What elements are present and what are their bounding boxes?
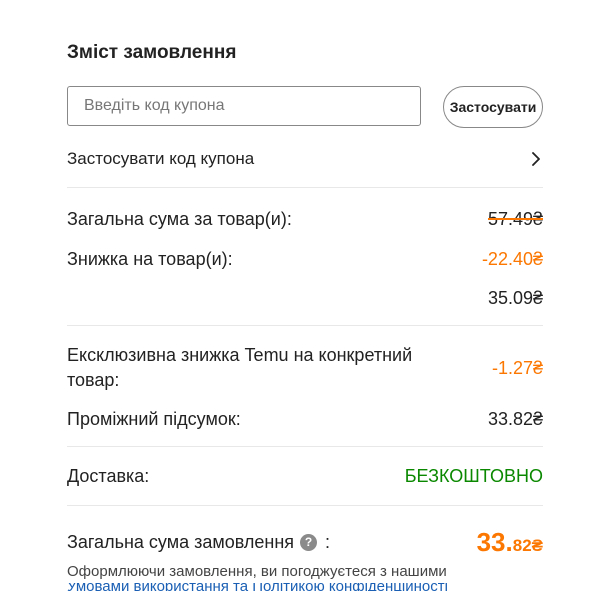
order-summary-panel: Зміст замовлення Застосувати Застосувати…	[67, 0, 543, 591]
terms-link-text: Умовами використання та Політикою конфід…	[67, 583, 543, 591]
order-summary-title: Зміст замовлення	[67, 42, 237, 63]
help-circle-icon[interactable]: ?	[300, 533, 318, 551]
order-total-label-group: Загальна сума замовлення ? :	[67, 532, 330, 553]
terms-notice: Оформлюючи замовлення, ви погоджуєтеся з…	[67, 563, 447, 580]
order-total-value-dec: 82₴	[512, 535, 543, 555]
chevron-right-icon	[529, 152, 543, 166]
divider	[67, 446, 543, 447]
items-total-label: Загальна сума за товар(и):	[67, 208, 292, 229]
items-discount-label: Знижка на товар(и):	[67, 248, 233, 269]
apply-coupon-button-label: Застосувати	[449, 99, 537, 115]
divider	[67, 325, 543, 326]
apply-coupon-code-link[interactable]: Застосувати код купона	[67, 146, 543, 172]
subtotal-label: Проміжний підсумок:	[67, 408, 241, 429]
subtotal-value: 33.82₴	[487, 408, 543, 429]
exclusive-discount-row: Ексклюзивна знижка Temu на конкретний то…	[67, 343, 543, 393]
items-discount-row: Знижка на товар(и): -22.40₴	[67, 246, 543, 272]
apply-coupon-code-label: Застосувати код купона	[67, 149, 255, 168]
order-total-value-int: 33.	[476, 526, 513, 557]
order-total-value: 33. 82₴	[477, 527, 543, 558]
coupon-input[interactable]	[67, 86, 421, 126]
shipping-label: Доставка:	[67, 465, 150, 486]
items-discount-value: -22.40₴	[481, 248, 543, 269]
order-total-row: Загальна сума замовлення ? : 33. 82₴	[67, 526, 543, 558]
shipping-row: Доставка: БЕЗКОШТОВНО	[67, 463, 543, 489]
order-total-label: Загальна сума замовлення	[67, 531, 295, 552]
subtotal-row: Проміжний підсумок: 33.82₴	[67, 406, 543, 432]
items-total-value: 57.49₴	[487, 208, 543, 229]
after-discount-row: 35.09₴	[67, 285, 543, 311]
exclusive-discount-label: Ексклюзивна знижка Temu на конкретний то…	[67, 345, 413, 390]
after-discount-value: 35.09₴	[487, 287, 543, 308]
exclusive-discount-value: -1.27₴	[491, 357, 543, 378]
divider	[67, 505, 543, 506]
order-total-colon: :	[325, 531, 331, 552]
items-total-row: Загальна сума за товар(и): 57.49₴	[67, 206, 543, 232]
divider	[67, 187, 543, 188]
terms-link[interactable]: Умовами використання та Політикою конфід…	[67, 583, 543, 591]
apply-coupon-button[interactable]: Застосувати	[443, 86, 543, 128]
shipping-value: БЕЗКОШТОВНО	[404, 465, 543, 486]
